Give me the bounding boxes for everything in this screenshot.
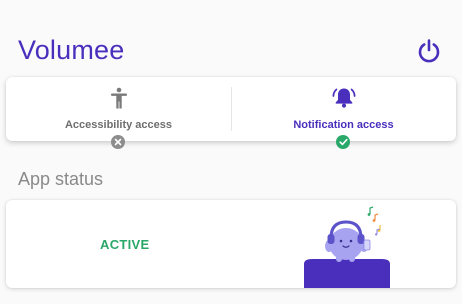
permissions-card: Accessibility access Notification access <box>6 77 456 149</box>
accessibility-access-label: Accessibility access <box>64 119 173 131</box>
notification-status-check-icon <box>336 135 350 149</box>
status-badge: ACTIVE <box>100 237 150 252</box>
accessibility-access-item[interactable]: Accessibility access <box>6 77 231 141</box>
power-icon <box>418 39 440 63</box>
accessibility-icon <box>106 85 132 111</box>
power-button[interactable] <box>414 36 444 66</box>
notification-access-item[interactable]: Notification access <box>231 77 456 141</box>
accessibility-status-close-icon <box>111 135 125 149</box>
headphone-mascot-illustration <box>304 206 390 288</box>
notification-access-label: Notification access <box>293 119 394 131</box>
app-status-heading: App status <box>18 169 104 189</box>
app-title: Volumee <box>18 35 125 65</box>
notification-bell-icon <box>331 85 357 111</box>
app-status-card: ACTIVE <box>6 200 456 288</box>
